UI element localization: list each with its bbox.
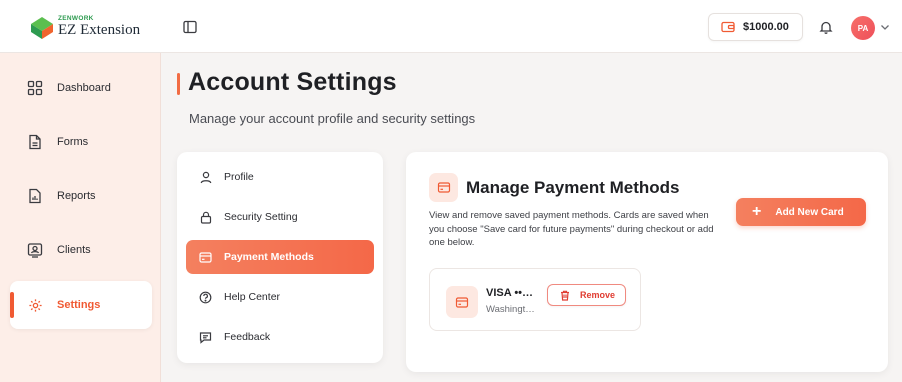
sidebar-item-dashboard[interactable]: Dashboard — [10, 64, 152, 112]
settings-menu-label: Profile — [224, 171, 254, 183]
page-subtitle: Manage your account profile and security… — [189, 111, 476, 126]
sidebar-item-label: Dashboard — [57, 82, 111, 94]
plus-icon: + — [752, 203, 762, 220]
contact-card-icon — [27, 242, 43, 258]
top-header: $1000.00 PA — [161, 0, 902, 53]
remove-label: Remove — [580, 290, 616, 300]
chevron-down-icon[interactable] — [880, 23, 890, 31]
title-accent-bar — [177, 73, 180, 95]
sidebar-toggle-icon[interactable] — [183, 20, 197, 34]
remove-card-button[interactable]: Remove — [547, 284, 626, 306]
section-description: View and remove saved payment methods. C… — [429, 210, 714, 248]
settings-menu-security[interactable]: Security Setting — [186, 200, 374, 234]
saved-card-icon-box — [446, 286, 478, 318]
card-brand: VISA ••… — [486, 287, 534, 299]
document-icon — [27, 134, 43, 150]
settings-menu: Profile Security Setting Payment Methods… — [177, 152, 383, 363]
active-indicator — [10, 292, 14, 318]
credit-card-icon — [199, 251, 212, 264]
grid-icon — [27, 80, 43, 96]
report-icon — [27, 188, 43, 204]
logo-icon — [31, 17, 53, 39]
settings-menu-help-center[interactable]: Help Center — [186, 280, 374, 314]
sidebar: ZENWORK EZ Extension Dashboard Forms Rep… — [0, 0, 161, 382]
credit-card-icon — [455, 296, 469, 308]
payment-methods-card: Manage Payment Methods View and remove s… — [406, 152, 888, 372]
sidebar-item-forms[interactable]: Forms — [10, 118, 152, 166]
section-title: Manage Payment Methods — [466, 178, 680, 197]
sidebar-item-label: Reports — [57, 190, 96, 202]
page-title: Account Settings — [188, 68, 397, 96]
chat-icon — [199, 331, 212, 344]
sidebar-item-reports[interactable]: Reports — [10, 172, 152, 220]
sidebar-item-clients[interactable]: Clients — [10, 226, 152, 274]
balance-amount: $1000.00 — [743, 21, 789, 33]
settings-menu-label: Feedback — [224, 331, 271, 343]
user-icon — [199, 171, 212, 184]
settings-menu-profile[interactable]: Profile — [186, 160, 374, 194]
sidebar-item-settings[interactable]: Settings — [10, 281, 152, 329]
payment-card-icon-box — [429, 173, 458, 202]
balance-button[interactable]: $1000.00 — [708, 13, 803, 41]
settings-menu-label: Security Setting — [224, 211, 298, 223]
settings-menu-payment-methods[interactable]: Payment Methods — [186, 240, 374, 274]
card-location: Washingt… — [486, 304, 535, 315]
add-new-card-label: Add New Card — [775, 206, 844, 218]
credit-card-icon — [437, 182, 450, 193]
sidebar-item-label: Settings — [57, 299, 101, 311]
wallet-icon — [721, 21, 735, 33]
brand-name: EZ Extension — [58, 22, 141, 38]
saved-card-item: VISA ••… Washingt… Remove — [429, 268, 641, 331]
brand-logo[interactable]: ZENWORK EZ Extension — [0, 0, 161, 53]
lock-icon — [199, 211, 212, 224]
settings-menu-label: Payment Methods — [224, 251, 314, 263]
bell-icon[interactable] — [819, 20, 833, 34]
gear-icon — [27, 297, 43, 313]
add-new-card-button[interactable]: + Add New Card — [736, 198, 866, 226]
trash-icon — [561, 290, 569, 301]
brand-small: ZENWORK — [58, 15, 94, 22]
settings-menu-feedback[interactable]: Feedback — [186, 320, 374, 354]
sidebar-item-label: Forms — [57, 136, 89, 148]
sidebar-item-label: Clients — [57, 244, 91, 256]
help-circle-icon — [199, 291, 212, 304]
settings-menu-label: Help Center — [224, 291, 281, 303]
avatar[interactable]: PA — [851, 16, 875, 40]
